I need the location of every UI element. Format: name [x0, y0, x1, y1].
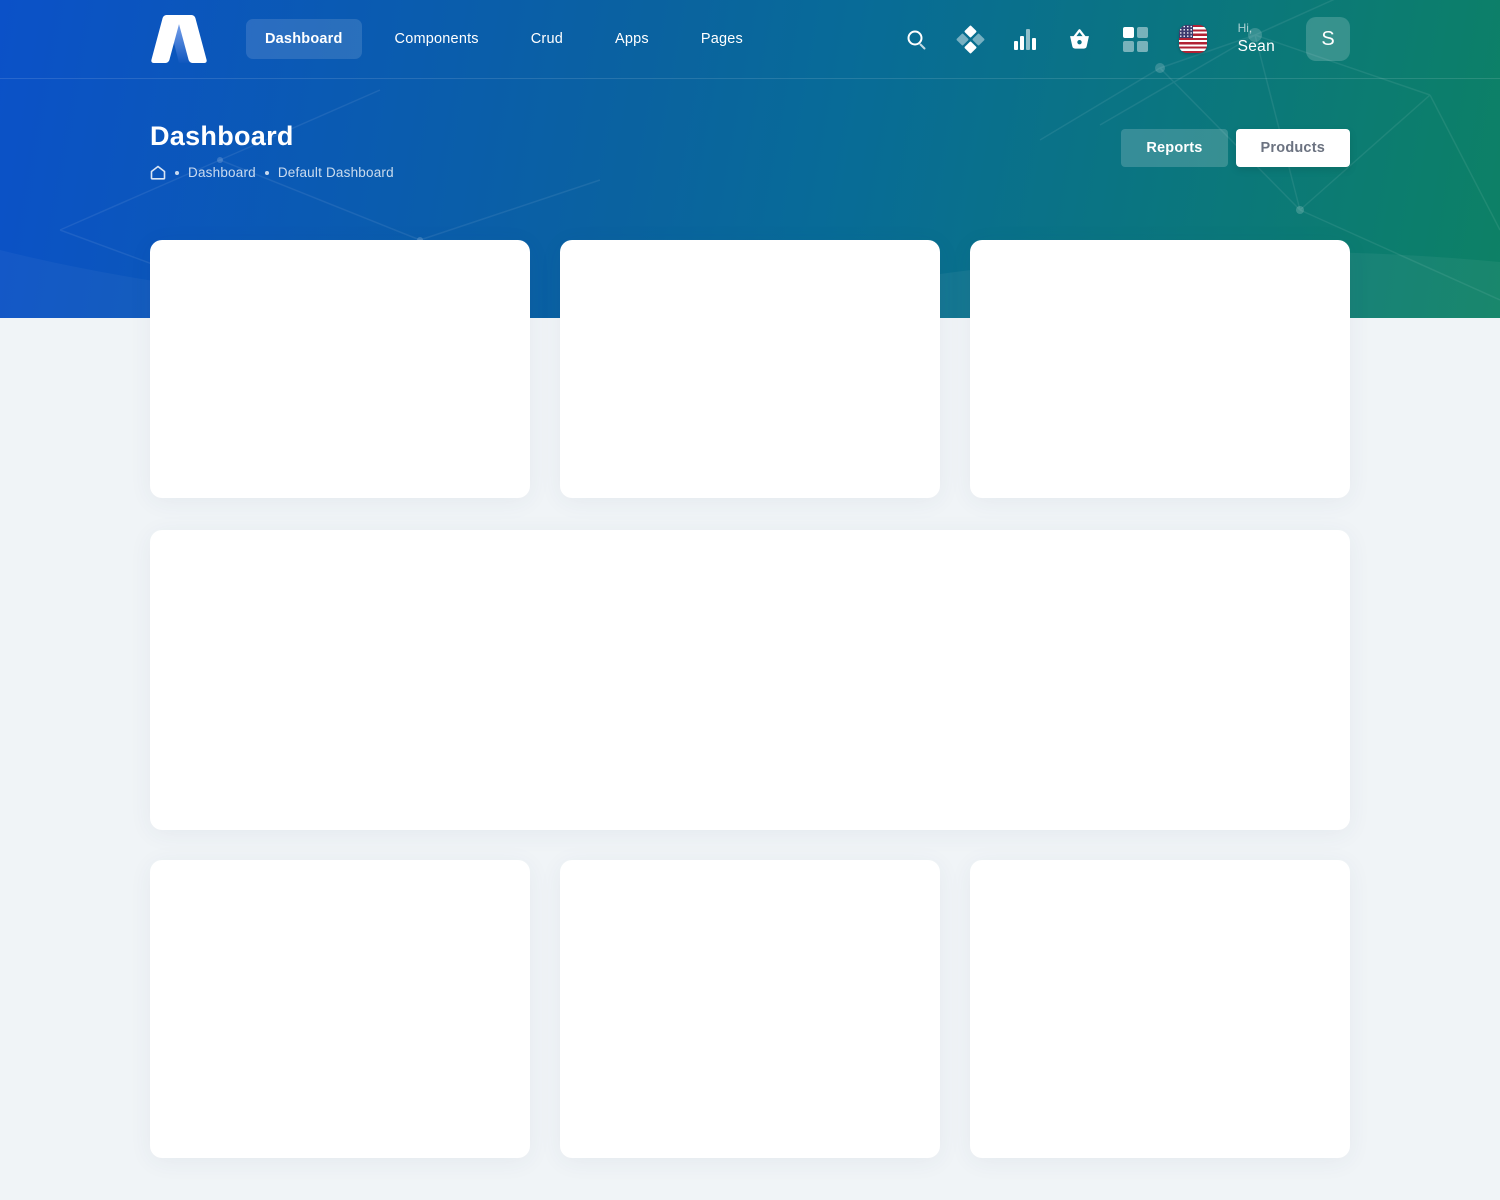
bottom-card-row [150, 860, 1350, 1158]
nav-item-pages[interactable]: Pages [682, 19, 762, 59]
card-1 [150, 240, 530, 498]
user-avatar[interactable]: S [1306, 17, 1350, 61]
large-panel-card [150, 530, 1350, 830]
greeting-name: Sean [1238, 37, 1275, 58]
navbar-right-cluster: Hi, Sean S [906, 17, 1350, 61]
card-4 [150, 860, 530, 1158]
card-3 [970, 240, 1350, 498]
apps-diamond-icon [958, 27, 983, 52]
brand-logo[interactable] [150, 15, 210, 63]
card-2 [560, 240, 940, 498]
nav-item-dashboard[interactable]: Dashboard [246, 19, 362, 59]
breadcrumb-dot [175, 171, 179, 175]
nav-item-apps[interactable]: Apps [596, 19, 668, 59]
language-selector[interactable] [1179, 25, 1207, 53]
main-nav: Dashboard Components Crud Apps Pages [246, 19, 762, 59]
greeting-prefix: Hi, [1238, 20, 1275, 36]
stats-card-row [150, 240, 1350, 498]
page-title-bar: Dashboard Dashboard Default Dashboard Re… [0, 79, 1500, 180]
main-content [0, 240, 1500, 1200]
analytics-button[interactable] [1014, 29, 1036, 50]
home-icon[interactable] [150, 165, 166, 180]
products-button[interactable]: Products [1236, 129, 1350, 167]
card-5 [560, 860, 940, 1158]
basket-icon [1067, 27, 1092, 51]
top-navbar: Dashboard Components Crud Apps Pages [0, 0, 1500, 79]
reports-button[interactable]: Reports [1121, 129, 1227, 167]
breadcrumb: Dashboard Default Dashboard [150, 165, 394, 180]
breadcrumb-dot [265, 171, 269, 175]
nav-item-crud[interactable]: Crud [512, 19, 582, 59]
card-6 [970, 860, 1350, 1158]
cart-button[interactable] [1067, 27, 1092, 51]
hero-actions: Reports Products [1121, 129, 1350, 167]
bar-chart-icon [1014, 29, 1036, 50]
widgets-button[interactable] [1123, 27, 1148, 52]
search-icon [906, 29, 927, 50]
user-greeting[interactable]: Hi, Sean [1238, 20, 1275, 57]
breadcrumb-item-dashboard[interactable]: Dashboard [188, 165, 256, 180]
page-title: Dashboard [150, 121, 394, 152]
nav-item-components[interactable]: Components [376, 19, 498, 59]
grid-icon [1123, 27, 1148, 52]
page-title-block: Dashboard Dashboard Default Dashboard [150, 121, 394, 180]
search-button[interactable] [906, 29, 927, 50]
apps-menu-button[interactable] [958, 27, 983, 52]
breadcrumb-item-default-dashboard[interactable]: Default Dashboard [278, 165, 394, 180]
